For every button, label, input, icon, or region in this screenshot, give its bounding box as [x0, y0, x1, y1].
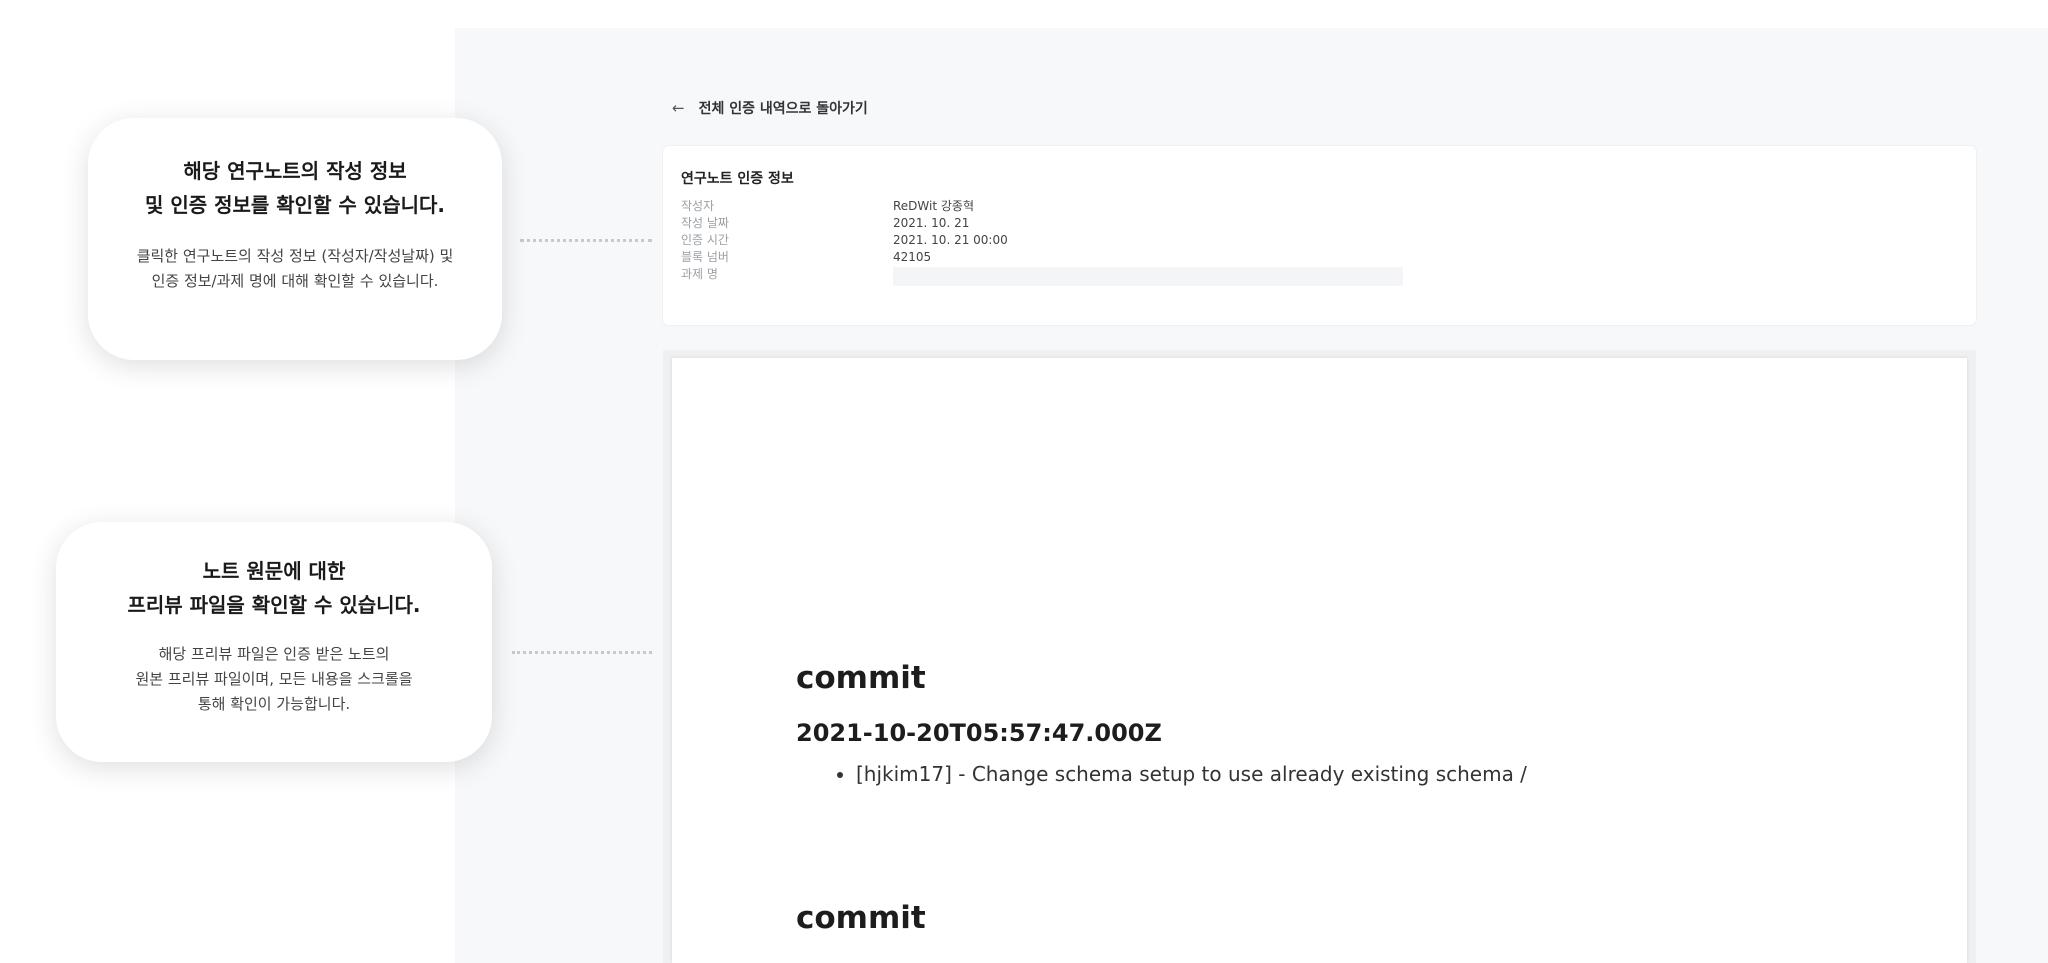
left-arrow-icon: ← [672, 99, 685, 117]
info-values: ReDWit 강종혁 2021. 10. 21 2021. 10. 21 00:… [893, 198, 1403, 286]
back-link-label: 전체 인증 내역으로 돌아가기 [698, 101, 868, 117]
callout-title-line: 프리뷰 파일을 확인할 수 있습니다. [127, 593, 421, 617]
callout-desc-line: 원본 프리뷰 파일이며, 모든 내용을 스크롤을 [135, 670, 413, 688]
block-number-label: 블록 넘버 [681, 250, 729, 264]
callout-desc-line: 해당 프리뷰 파일은 인증 받은 노트의 [158, 645, 390, 663]
project-name-label: 과제 명 [681, 267, 718, 281]
commit-heading: commit [796, 900, 926, 936]
callout-desc-line: 통해 확인이 가능합니다. [197, 695, 351, 713]
cert-time-value: 2021. 10. 21 00:00 [893, 233, 1008, 247]
note-preview-document: commit 2021-10-20T05:57:47.000Z [hjkim17… [672, 358, 1967, 963]
callout-title: 노트 원문에 대한 프리뷰 파일을 확인할 수 있습니다. [56, 522, 492, 622]
commit-entry: commit [796, 898, 926, 938]
callout-title-line: 노트 원문에 대한 [202, 559, 346, 583]
info-labels: 작성자 작성 날짜 인증 시간 블록 넘버 과제 명 [681, 198, 729, 283]
back-to-list-link[interactable]: ← 전체 인증 내역으로 돌아가기 [672, 96, 868, 120]
commit-date: 2021-10-20T05:57:47.000Z [796, 719, 1162, 747]
callout-description: 클릭한 연구노트의 작성 정보 (작성자/작성날짜) 및 인증 정보/과제 명에… [88, 244, 502, 294]
info-card-title: 연구노트 인증 정보 [681, 171, 794, 187]
callout-desc-line: 클릭한 연구노트의 작성 정보 (작성자/작성날짜) 및 [136, 247, 454, 265]
callout-connector [512, 651, 652, 654]
date-value: 2021. 10. 21 [893, 216, 970, 230]
commit-message: [hjkim17] - Change schema setup to use a… [856, 760, 1527, 788]
cert-time-label: 인증 시간 [681, 233, 729, 247]
certification-info-card: 연구노트 인증 정보 작성자 작성 날짜 인증 시간 블록 넘버 과제 명 Re… [663, 146, 1976, 325]
block-number-value: 42105 [893, 250, 932, 264]
callout-title-line: 해당 연구노트의 작성 정보 [183, 159, 407, 183]
commit-entry: commit 2021-10-20T05:57:47.000Z [hjkim17… [796, 658, 1527, 788]
callout-title: 해당 연구노트의 작성 정보 및 인증 정보를 확인할 수 있습니다. [88, 118, 502, 222]
commit-heading: commit [796, 660, 926, 696]
author-value: ReDWit 강종혁 [893, 199, 974, 213]
project-name-value [893, 267, 1403, 286]
callout-desc-line: 인증 정보/과제 명에 대해 확인할 수 있습니다. [151, 272, 439, 290]
callout-title-line: 및 인증 정보를 확인할 수 있습니다. [144, 193, 445, 217]
date-label: 작성 날짜 [681, 216, 729, 230]
note-preview-scroll-area[interactable]: commit 2021-10-20T05:57:47.000Z [hjkim17… [663, 350, 1976, 963]
commit-message-list: [hjkim17] - Change schema setup to use a… [796, 760, 1527, 788]
preview-callout: 노트 원문에 대한 프리뷰 파일을 확인할 수 있습니다. 해당 프리뷰 파일은… [56, 522, 492, 762]
author-label: 작성자 [681, 199, 715, 213]
callout-description: 해당 프리뷰 파일은 인증 받은 노트의 원본 프리뷰 파일이며, 모든 내용을… [56, 642, 492, 717]
callout-connector [520, 239, 652, 242]
info-callout: 해당 연구노트의 작성 정보 및 인증 정보를 확인할 수 있습니다. 클릭한 … [88, 118, 502, 360]
